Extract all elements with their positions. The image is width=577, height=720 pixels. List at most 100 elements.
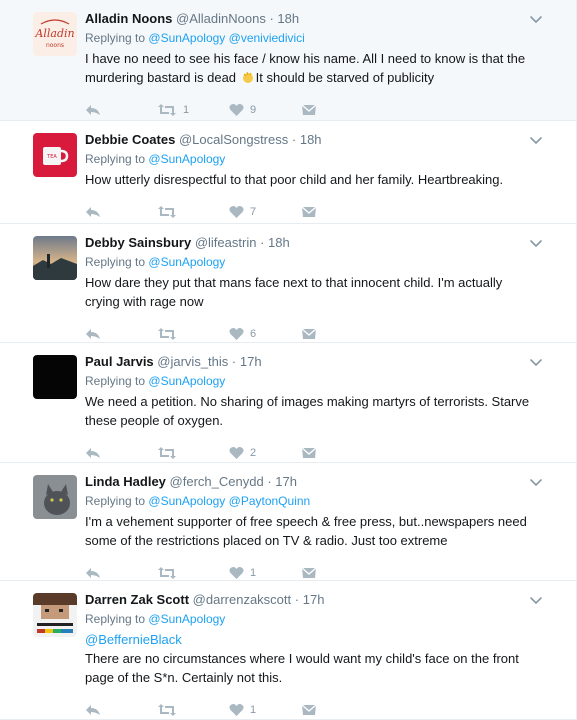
tweet[interactable]: Debby Sainsbury @lifeastrin · 18h Replyi… <box>0 224 576 343</box>
mention-link[interactable]: @SunApology <box>148 255 225 269</box>
mention-link[interactable]: @SunApology <box>148 494 225 508</box>
sunset-landscape-avatar <box>33 236 77 280</box>
avatar[interactable]: Alladin noons <box>33 12 77 56</box>
envelope-icon <box>301 206 317 217</box>
replying-to: Replying to @SunApology @PaytonQuinn <box>85 493 564 509</box>
direct-message-button[interactable] <box>301 104 341 117</box>
tweet-text: How dare they put that mans face next to… <box>85 275 503 309</box>
fullname[interactable]: Paul Jarvis <box>85 354 154 369</box>
tweet[interactable]: Paul Jarvis @jarvis_this · 17h Replying … <box>0 343 576 463</box>
heart-icon <box>229 447 244 459</box>
username[interactable]: @lifeastrin <box>195 235 257 250</box>
retweet-icon <box>158 704 176 716</box>
like-button[interactable]: 7 <box>229 205 301 219</box>
like-button[interactable]: 2 <box>229 446 301 460</box>
retweet-button[interactable] <box>157 446 229 460</box>
svg-text:TEA: TEA <box>46 154 57 160</box>
mention-link[interactable]: @SunApology <box>148 31 225 45</box>
chevron-down-icon[interactable] <box>529 236 543 250</box>
heart-icon <box>229 567 244 579</box>
tweet-feed: Alladin noons Alladin Noons @AlladinNoon… <box>0 0 577 720</box>
reply-icon <box>86 329 100 339</box>
envelope-icon <box>301 328 317 339</box>
mention-link[interactable]: @SunApology <box>148 374 225 388</box>
chevron-down-icon[interactable] <box>529 12 543 26</box>
reply-button[interactable] <box>85 103 157 117</box>
direct-message-button[interactable] <box>301 704 341 717</box>
replying-prefix: Replying to <box>85 374 146 388</box>
mention-link[interactable]: @SunApology <box>148 152 225 166</box>
mention-link[interactable]: @BeffernieBlack <box>85 632 182 647</box>
tweet-header: Paul Jarvis @jarvis_this · 17h <box>85 353 564 370</box>
like-button[interactable]: 1 <box>229 566 301 580</box>
reply-button[interactable] <box>85 327 157 341</box>
fullname[interactable]: Alladin Noons <box>85 11 172 26</box>
mention-link[interactable]: @veniviedivici <box>229 31 305 45</box>
like-button[interactable]: 1 <box>229 703 301 717</box>
like-count: 2 <box>250 447 257 459</box>
svg-text:noons: noons <box>46 42 64 49</box>
replying-to: Replying to @SunApology <box>85 254 564 270</box>
retweet-icon <box>158 104 176 116</box>
username[interactable]: @darrenzakscott <box>193 592 291 607</box>
avatar[interactable]: TEA <box>33 133 77 177</box>
mention-link[interactable]: @PaytonQuinn <box>229 494 311 508</box>
direct-message-button[interactable] <box>301 206 341 219</box>
tweet[interactable]: Alladin noons Alladin Noons @AlladinNoon… <box>0 0 576 121</box>
username[interactable]: @jarvis_this <box>157 354 228 369</box>
retweet-button[interactable] <box>157 327 229 341</box>
fullname[interactable]: Debbie Coates <box>85 132 175 147</box>
chevron-down-icon[interactable] <box>529 475 543 489</box>
fullname[interactable]: Linda Hadley <box>85 474 166 489</box>
chevron-down-icon[interactable] <box>529 133 543 147</box>
tweet-header: Debby Sainsbury @lifeastrin · 18h <box>85 234 564 251</box>
avatar[interactable] <box>33 593 77 637</box>
envelope-icon <box>301 104 317 115</box>
direct-message-button[interactable] <box>301 447 341 460</box>
fullname[interactable]: Debby Sainsbury <box>85 235 191 250</box>
separator: · <box>267 474 272 489</box>
reply-button[interactable] <box>85 703 157 717</box>
retweet-button[interactable] <box>157 703 229 717</box>
replying-to: Replying to @SunApology <box>85 151 564 167</box>
tweet[interactable]: Linda Hadley @ferch_Cenydd · 17h Replyin… <box>0 463 576 581</box>
retweet-button[interactable]: 1 <box>157 103 229 117</box>
username[interactable]: @ferch_Cenydd <box>170 474 264 489</box>
username[interactable]: @LocalSongstress <box>179 132 288 147</box>
avatar[interactable] <box>33 355 77 399</box>
retweet-button[interactable] <box>157 566 229 580</box>
timestamp[interactable]: 17h <box>240 354 262 369</box>
timestamp[interactable]: 17h <box>275 474 297 489</box>
red-mug-avatar: TEA <box>33 133 77 177</box>
direct-message-button[interactable] <box>301 567 341 580</box>
tweet[interactable]: TEA Debbie Coates @LocalSongstress · 18h… <box>0 121 576 224</box>
fullname[interactable]: Darren Zak Scott <box>85 592 189 607</box>
replying-prefix: Replying to <box>85 31 146 45</box>
retweet-button[interactable] <box>157 205 229 219</box>
reply-button[interactable] <box>85 446 157 460</box>
retweet-icon <box>158 328 176 340</box>
chevron-down-icon[interactable] <box>529 355 543 369</box>
like-button[interactable]: 6 <box>229 327 301 341</box>
chevron-down-icon[interactable] <box>529 593 543 607</box>
cat-photo-avatar <box>33 475 77 519</box>
like-count: 9 <box>250 104 257 116</box>
reply-icon <box>86 207 100 217</box>
avatar[interactable] <box>33 475 77 519</box>
like-button[interactable]: 9 <box>229 103 301 117</box>
like-count: 6 <box>250 328 257 340</box>
reply-button[interactable] <box>85 566 157 580</box>
timestamp[interactable]: 17h <box>303 592 325 607</box>
tweet[interactable]: Darren Zak Scott @darrenzakscott · 17h R… <box>0 581 576 720</box>
tweet-text: I have no need to see his face / know hi… <box>85 49 564 87</box>
reply-icon <box>86 568 100 578</box>
reply-button[interactable] <box>85 205 157 219</box>
timestamp[interactable]: 18h <box>277 11 299 26</box>
username[interactable]: @AlladinNoons <box>176 11 266 26</box>
timestamp[interactable]: 18h <box>268 235 290 250</box>
avatar[interactable] <box>33 236 77 280</box>
mention-link[interactable]: @SunApology <box>148 612 225 626</box>
separator: · <box>291 132 297 147</box>
direct-message-button[interactable] <box>301 328 341 341</box>
timestamp[interactable]: 18h <box>300 132 322 147</box>
